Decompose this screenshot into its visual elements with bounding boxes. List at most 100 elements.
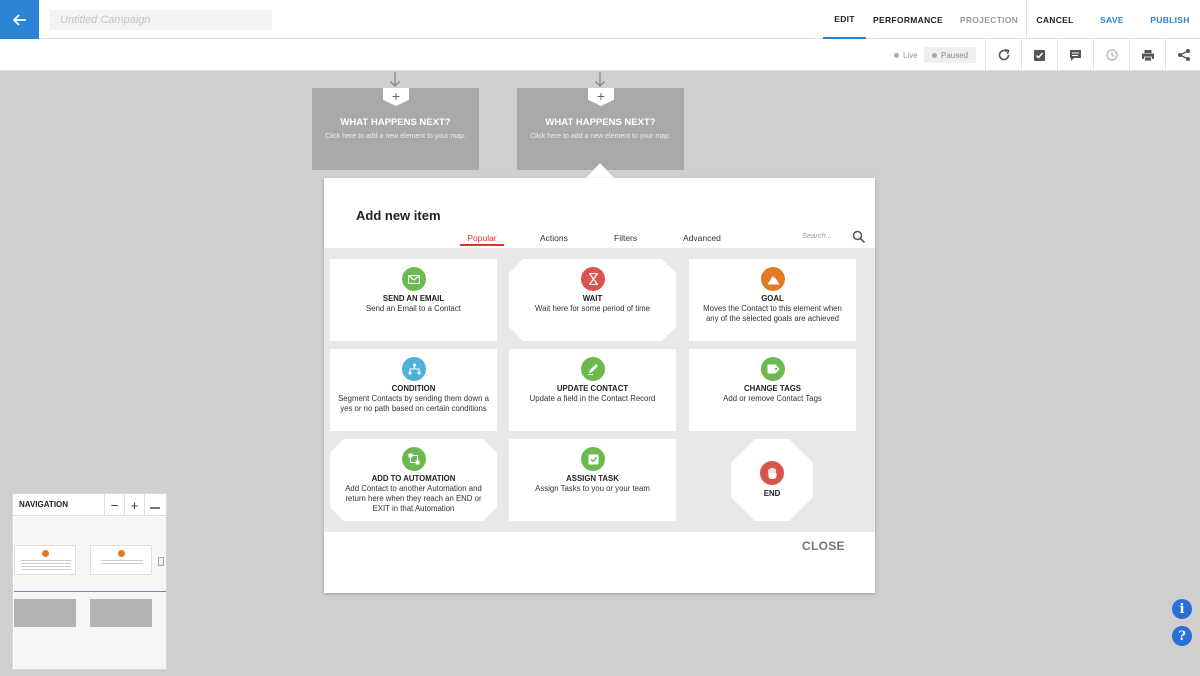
share-button[interactable] <box>1165 39 1200 71</box>
back-button[interactable] <box>0 0 39 39</box>
minimap-node-icon <box>42 550 49 557</box>
goal-flag-icon <box>761 267 785 291</box>
share-icon <box>1177 49 1190 61</box>
status-dot-icon <box>894 52 899 58</box>
tab-edit[interactable]: EDIT <box>823 0 866 39</box>
item-title: UPDATE CONTACT <box>556 384 629 393</box>
item-description: Add or remove Contact Tags <box>723 394 822 403</box>
history-button[interactable] <box>1093 39 1129 71</box>
item-description: Wait here for some period of time <box>535 304 650 313</box>
item-title: CONDITION <box>391 384 436 393</box>
node-title: WHAT HAPPENS NEXT? <box>340 117 451 128</box>
task-icon <box>581 447 605 471</box>
item-goal[interactable]: GOAL Moves the Contact to this element w… <box>689 259 856 341</box>
status-paused-toggle[interactable]: Paused <box>924 47 977 63</box>
history-icon <box>1105 49 1118 61</box>
arrow-down-icon <box>390 72 400 87</box>
notes-button[interactable] <box>1057 39 1093 71</box>
item-wait[interactable]: WAIT Wait here for some period of time <box>509 259 676 341</box>
checklist-button[interactable] <box>1021 39 1057 71</box>
save-button[interactable]: SAVE <box>1094 0 1130 39</box>
item-update-contact[interactable]: UPDATE CONTACT Update a field in the Con… <box>509 349 676 431</box>
email-icon <box>402 267 426 291</box>
item-title: END <box>763 489 781 498</box>
item-title: GOAL <box>761 294 784 303</box>
item-add-to-automation[interactable]: ADD TO AUTOMATION Add Contact to another… <box>330 439 497 521</box>
item-condition[interactable]: CONDITION Segment Contacts by sending th… <box>330 349 497 431</box>
edit-contact-icon <box>581 357 605 381</box>
notes-icon <box>1070 49 1081 61</box>
cancel-button[interactable]: CANCEL <box>1033 0 1077 39</box>
campaign-title-input[interactable] <box>50 10 272 30</box>
item-description: Moves the Contact to this element when a… <box>703 304 842 323</box>
tag-icon <box>761 357 785 381</box>
tab-actions[interactable]: Actions <box>540 233 568 247</box>
print-icon <box>1141 49 1154 61</box>
item-description: Segment Contacts by sending them down a … <box>338 394 489 413</box>
minimap-node <box>14 545 76 575</box>
zoom-out-button[interactable]: − <box>104 494 124 516</box>
item-description: Update a field in the Contact Record <box>529 394 656 403</box>
help-button[interactable]: ? <box>1172 626 1192 646</box>
info-button[interactable]: i <box>1172 599 1192 619</box>
tab-projection[interactable]: PROJECTION <box>956 0 1022 39</box>
status-live-label: Live <box>903 50 918 60</box>
item-title: WAIT <box>582 294 603 303</box>
canvas-toolbar: Live Paused <box>0 39 1200 71</box>
print-button[interactable] <box>1129 39 1165 71</box>
tab-performance[interactable]: PERFORMANCE <box>872 0 944 39</box>
top-bar: EDIT PERFORMANCE PROJECTION CANCEL SAVE … <box>0 0 1200 39</box>
arrow-left-icon <box>12 13 26 26</box>
item-description: Add Contact to another Automation and re… <box>345 484 482 513</box>
modal-title: Add new item <box>356 208 441 223</box>
what-happens-next-node[interactable]: + WHAT HAPPENS NEXT? Click here to add a… <box>312 88 479 170</box>
node-subtitle: Click here to add a new element to your … <box>530 133 671 140</box>
navigation-panel: NAVIGATION − + <box>12 493 168 670</box>
minimap-node <box>90 599 152 627</box>
item-assign-task[interactable]: ASSIGN TASK Assign Tasks to you or your … <box>509 439 676 521</box>
item-end[interactable]: END <box>731 439 813 521</box>
navigation-header: NAVIGATION − + <box>13 494 168 516</box>
fit-view-button[interactable] <box>144 494 164 516</box>
add-item-modal: Add new item Popular Actions Filters Adv… <box>324 178 875 593</box>
minimap[interactable] <box>14 517 166 669</box>
automation-icon <box>402 447 426 471</box>
item-title: ADD TO AUTOMATION <box>371 474 456 483</box>
search-input[interactable]: Search... <box>802 231 832 240</box>
minimap-node-icon <box>118 550 125 557</box>
modal-tabs: Popular Actions Filters Advanced <box>324 233 875 247</box>
stop-hand-icon <box>760 461 784 485</box>
checklist-icon <box>1034 49 1045 61</box>
zoom-in-button[interactable]: + <box>124 494 144 516</box>
item-send-email[interactable]: SEND AN EMAIL Send an Email to a Contact <box>330 259 497 341</box>
publish-button[interactable]: PUBLISH <box>1146 0 1194 39</box>
arrow-down-icon <box>595 72 605 87</box>
navigation-title: NAVIGATION <box>19 500 69 509</box>
minimap-node-text <box>21 560 71 572</box>
tab-advanced[interactable]: Advanced <box>683 233 721 247</box>
item-description: Assign Tasks to you or your team <box>535 484 650 493</box>
plus-icon: + <box>588 88 614 106</box>
status-dot-icon <box>932 52 937 58</box>
minimap-scroll-handle[interactable] <box>158 557 164 566</box>
divider <box>1026 0 1027 39</box>
node-subtitle: Click here to add a new element to your … <box>325 133 466 140</box>
collapse-icon <box>149 501 160 509</box>
what-happens-next-node[interactable]: + WHAT HAPPENS NEXT? Click here to add a… <box>517 88 684 170</box>
hourglass-icon <box>581 267 605 291</box>
status-live-toggle[interactable]: Live <box>888 47 924 63</box>
item-title: CHANGE TAGS <box>743 384 802 393</box>
status-paused-label: Paused <box>941 50 969 60</box>
item-grid: SEND AN EMAIL Send an Email to a Contact… <box>324 248 875 532</box>
item-description: Send an Email to a Contact <box>366 304 461 313</box>
branch-icon <box>402 357 426 381</box>
search-icon[interactable] <box>852 230 866 244</box>
plus-icon: + <box>383 88 409 106</box>
refresh-icon <box>998 48 1009 61</box>
tab-filters[interactable]: Filters <box>614 233 637 247</box>
tab-popular[interactable]: Popular <box>460 233 504 246</box>
close-button[interactable]: CLOSE <box>802 539 845 553</box>
item-change-tags[interactable]: CHANGE TAGS Add or remove Contact Tags <box>689 349 856 431</box>
minimap-node <box>14 599 76 627</box>
refresh-button[interactable] <box>985 39 1021 71</box>
